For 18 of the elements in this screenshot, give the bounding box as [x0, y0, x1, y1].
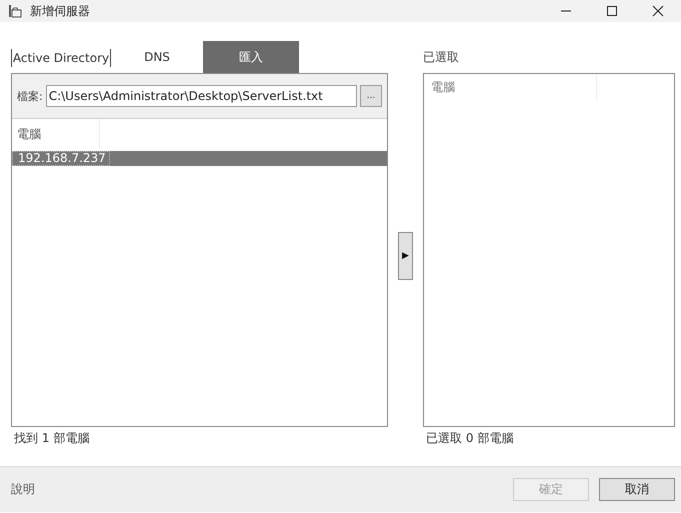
file-label: 檔案: [17, 88, 43, 104]
help-link[interactable]: 說明 [11, 481, 35, 498]
selected-count: 已選取 0 部電腦 [425, 430, 514, 447]
found-count: 找到 1 部電腦 [13, 430, 90, 447]
selected-label: 已選取 [423, 48, 460, 66]
list-row[interactable]: 192.168.7.237 [12, 151, 387, 166]
tab[interactable]: 匯入 [203, 41, 299, 73]
tab[interactable]: DNS [111, 41, 203, 73]
computer-name: 192.168.7.237 [12, 151, 110, 166]
column-header[interactable]: 電腦 [12, 120, 100, 148]
file-path-field[interactable]: C:\Users\Administrator\Desktop\ServerList.txt [46, 85, 357, 107]
dialog-button[interactable]: 取消 [599, 478, 675, 501]
window-title: 新增伺服器 [30, 2, 90, 20]
add-button[interactable]: ▶ [398, 232, 413, 280]
tab[interactable]: Active Directory [11, 49, 111, 67]
column-header[interactable]: 電腦 [424, 74, 597, 100]
browse-button[interactable]: ... [360, 85, 382, 107]
server-folder-icon [8, 4, 22, 18]
